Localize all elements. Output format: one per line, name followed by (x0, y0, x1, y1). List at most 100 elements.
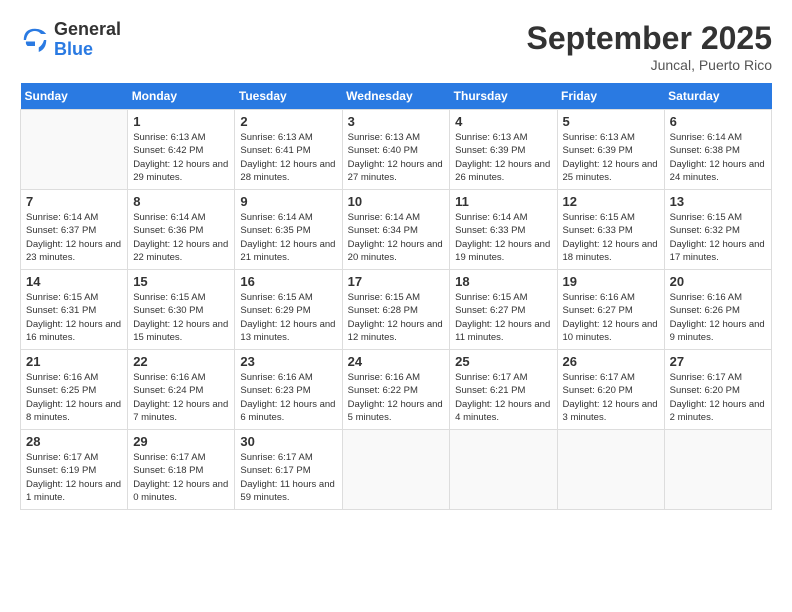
day-info: Sunrise: 6:13 AMSunset: 6:39 PMDaylight:… (455, 131, 551, 184)
calendar-cell: 12 Sunrise: 6:15 AMSunset: 6:33 PMDayligh… (557, 190, 664, 270)
calendar-cell: 7 Sunrise: 6:14 AMSunset: 6:37 PMDaylight… (21, 190, 128, 270)
day-number: 20 (670, 274, 766, 289)
day-info: Sunrise: 6:17 AMSunset: 6:20 PMDaylight:… (563, 371, 659, 424)
day-number: 8 (133, 194, 229, 209)
day-number: 29 (133, 434, 229, 449)
day-info: Sunrise: 6:14 AMSunset: 6:37 PMDaylight:… (26, 211, 122, 264)
day-number: 28 (26, 434, 122, 449)
day-info: Sunrise: 6:16 AMSunset: 6:27 PMDaylight:… (563, 291, 659, 344)
day-info: Sunrise: 6:16 AMSunset: 6:23 PMDaylight:… (240, 371, 336, 424)
day-info: Sunrise: 6:15 AMSunset: 6:27 PMDaylight:… (455, 291, 551, 344)
day-info: Sunrise: 6:14 AMSunset: 6:35 PMDaylight:… (240, 211, 336, 264)
calendar-cell: 21 Sunrise: 6:16 AMSunset: 6:25 PMDayligh… (21, 350, 128, 430)
calendar-cell: 5 Sunrise: 6:13 AMSunset: 6:39 PMDaylight… (557, 110, 664, 190)
day-info: Sunrise: 6:15 AMSunset: 6:33 PMDaylight:… (563, 211, 659, 264)
weekday-header-sunday: Sunday (21, 83, 128, 110)
calendar-cell: 15 Sunrise: 6:15 AMSunset: 6:30 PMDayligh… (128, 270, 235, 350)
weekday-header-wednesday: Wednesday (342, 83, 450, 110)
month-title: September 2025 (527, 20, 772, 57)
day-number: 19 (563, 274, 659, 289)
day-number: 10 (348, 194, 445, 209)
day-info: Sunrise: 6:15 AMSunset: 6:28 PMDaylight:… (348, 291, 445, 344)
day-info: Sunrise: 6:17 AMSunset: 6:18 PMDaylight:… (133, 451, 229, 504)
day-number: 9 (240, 194, 336, 209)
day-number: 30 (240, 434, 336, 449)
day-info: Sunrise: 6:15 AMSunset: 6:32 PMDaylight:… (670, 211, 766, 264)
title-block: September 2025 Juncal, Puerto Rico (527, 20, 772, 73)
calendar-table: SundayMondayTuesdayWednesdayThursdayFrid… (20, 83, 772, 510)
calendar-cell: 27Sunrise: 6:17 AMSunset: 6:20 PMDayligh… (664, 350, 771, 430)
calendar-cell (21, 110, 128, 190)
calendar-cell: 14 Sunrise: 6:15 AMSunset: 6:31 PMDayligh… (21, 270, 128, 350)
day-info: Sunrise: 6:17 AMSunset: 6:19 PMDaylight:… (26, 451, 122, 504)
calendar-cell: 22 Sunrise: 6:16 AMSunset: 6:24 PMDayligh… (128, 350, 235, 430)
day-number: 3 (348, 114, 445, 129)
day-number: 15 (133, 274, 229, 289)
day-number: 22 (133, 354, 229, 369)
day-info: Sunrise: 6:13 AMSunset: 6:41 PMDaylight:… (240, 131, 336, 184)
calendar-cell: 8 Sunrise: 6:14 AMSunset: 6:36 PMDaylight… (128, 190, 235, 270)
day-number: 14 (26, 274, 122, 289)
weekday-header-tuesday: Tuesday (235, 83, 342, 110)
week-row-2: 7 Sunrise: 6:14 AMSunset: 6:37 PMDaylight… (21, 190, 772, 270)
location-subtitle: Juncal, Puerto Rico (527, 57, 772, 73)
day-info: Sunrise: 6:13 AMSunset: 6:39 PMDaylight:… (563, 131, 659, 184)
calendar-cell: 11Sunrise: 6:14 AMSunset: 6:33 PMDayligh… (450, 190, 557, 270)
day-number: 4 (455, 114, 551, 129)
weekday-header-monday: Monday (128, 83, 235, 110)
calendar-cell: 25 Sunrise: 6:17 AMSunset: 6:21 PMDayligh… (450, 350, 557, 430)
day-info: Sunrise: 6:15 AMSunset: 6:30 PMDaylight:… (133, 291, 229, 344)
day-number: 23 (240, 354, 336, 369)
day-number: 17 (348, 274, 445, 289)
day-number: 5 (563, 114, 659, 129)
calendar-cell (557, 430, 664, 510)
day-number: 2 (240, 114, 336, 129)
calendar-cell: 2 Sunrise: 6:13 AMSunset: 6:41 PMDaylight… (235, 110, 342, 190)
weekday-header-friday: Friday (557, 83, 664, 110)
day-number: 6 (670, 114, 766, 129)
day-number: 18 (455, 274, 551, 289)
day-number: 26 (563, 354, 659, 369)
day-info: Sunrise: 6:17 AMSunset: 6:17 PMDaylight:… (240, 451, 336, 504)
logo-blue: Blue (54, 40, 121, 60)
calendar-cell: 18 Sunrise: 6:15 AMSunset: 6:27 PMDayligh… (450, 270, 557, 350)
calendar-cell: 30 Sunrise: 6:17 AMSunset: 6:17 PMDayligh… (235, 430, 342, 510)
day-number: 7 (26, 194, 122, 209)
calendar-cell: 29 Sunrise: 6:17 AMSunset: 6:18 PMDayligh… (128, 430, 235, 510)
week-row-5: 28 Sunrise: 6:17 AMSunset: 6:19 PMDayligh… (21, 430, 772, 510)
weekday-header-row: SundayMondayTuesdayWednesdayThursdayFrid… (21, 83, 772, 110)
calendar-cell: 20 Sunrise: 6:16 AMSunset: 6:26 PMDayligh… (664, 270, 771, 350)
day-number: 16 (240, 274, 336, 289)
day-number: 12 (563, 194, 659, 209)
calendar-cell: 9 Sunrise: 6:14 AMSunset: 6:35 PMDaylight… (235, 190, 342, 270)
day-info: Sunrise: 6:14 AMSunset: 6:33 PMDaylight:… (455, 211, 551, 264)
day-info: Sunrise: 6:16 AMSunset: 6:26 PMDaylight:… (670, 291, 766, 344)
logo-text: General Blue (54, 20, 121, 60)
calendar-cell (450, 430, 557, 510)
day-info: Sunrise: 6:15 AMSunset: 6:31 PMDaylight:… (26, 291, 122, 344)
calendar-cell: 26 Sunrise: 6:17 AMSunset: 6:20 PMDayligh… (557, 350, 664, 430)
day-info: Sunrise: 6:14 AMSunset: 6:34 PMDaylight:… (348, 211, 445, 264)
weekday-header-thursday: Thursday (450, 83, 557, 110)
day-info: Sunrise: 6:16 AMSunset: 6:24 PMDaylight:… (133, 371, 229, 424)
logo: General Blue (20, 20, 121, 60)
day-info: Sunrise: 6:17 AMSunset: 6:21 PMDaylight:… (455, 371, 551, 424)
calendar-cell (342, 430, 450, 510)
calendar-cell: 24Sunrise: 6:16 AMSunset: 6:22 PMDayligh… (342, 350, 450, 430)
day-number: 21 (26, 354, 122, 369)
day-number: 25 (455, 354, 551, 369)
calendar-cell: 19 Sunrise: 6:16 AMSunset: 6:27 PMDayligh… (557, 270, 664, 350)
day-info: Sunrise: 6:16 AMSunset: 6:22 PMDaylight:… (348, 371, 445, 424)
day-number: 27 (670, 354, 766, 369)
day-info: Sunrise: 6:14 AMSunset: 6:36 PMDaylight:… (133, 211, 229, 264)
day-info: Sunrise: 6:16 AMSunset: 6:25 PMDaylight:… (26, 371, 122, 424)
day-info: Sunrise: 6:13 AMSunset: 6:42 PMDaylight:… (133, 131, 229, 184)
calendar-cell: 6 Sunrise: 6:14 AMSunset: 6:38 PMDaylight… (664, 110, 771, 190)
calendar-cell: 23 Sunrise: 6:16 AMSunset: 6:23 PMDayligh… (235, 350, 342, 430)
weekday-header-saturday: Saturday (664, 83, 771, 110)
calendar-cell: 3Sunrise: 6:13 AMSunset: 6:40 PMDaylight… (342, 110, 450, 190)
day-info: Sunrise: 6:14 AMSunset: 6:38 PMDaylight:… (670, 131, 766, 184)
calendar-cell: 16Sunrise: 6:15 AMSunset: 6:29 PMDayligh… (235, 270, 342, 350)
calendar-cell (664, 430, 771, 510)
page-header: General Blue September 2025 Juncal, Puer… (20, 20, 772, 73)
